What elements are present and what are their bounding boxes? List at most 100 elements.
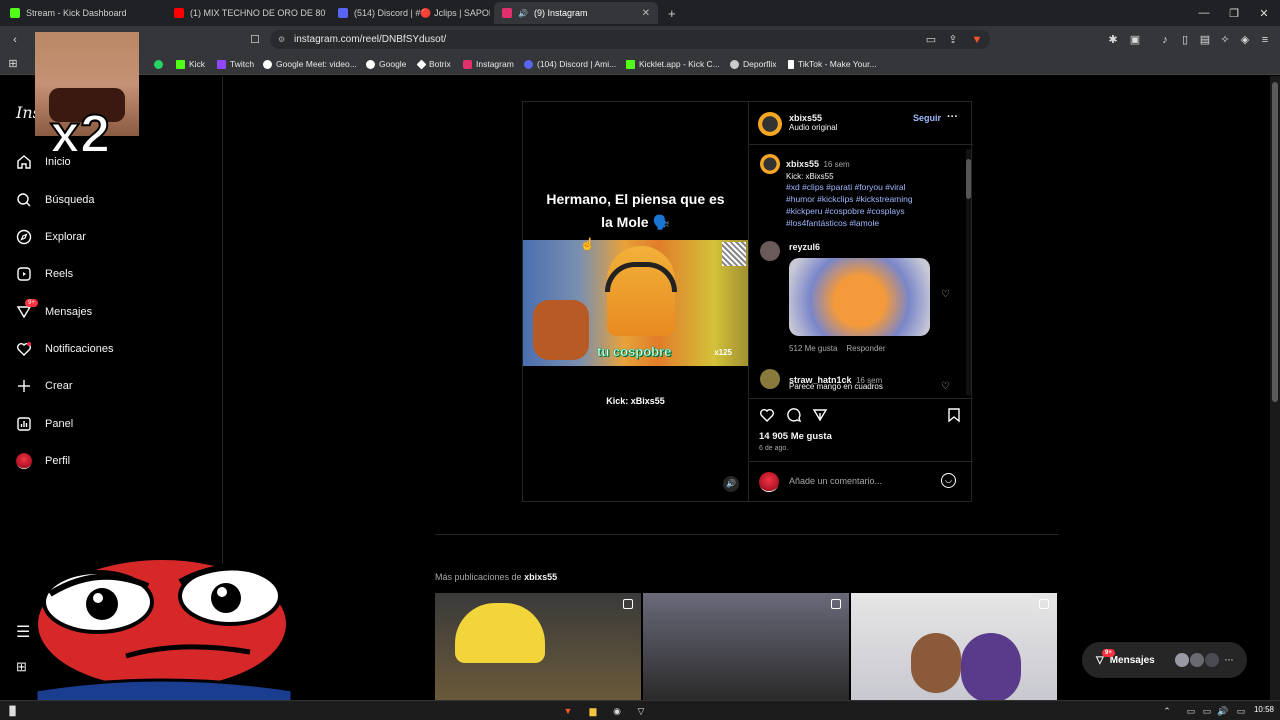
bookmark-kick[interactable]: Kick — [176, 57, 205, 71]
post-thumbnail[interactable] — [851, 593, 1057, 700]
windows-start-icon[interactable]: ▉ — [6, 704, 20, 718]
bookmark-discord[interactable]: (104) Discord | Ami... — [524, 57, 616, 71]
minimize-button[interactable]: — — [1188, 0, 1220, 26]
bookmark-deporflix[interactable]: Deporflix — [730, 57, 777, 71]
more-posts-user[interactable]: xbixs55 — [524, 572, 557, 582]
apps-grid-icon[interactable]: ⊞ — [6, 57, 20, 71]
author-username[interactable]: xbixs55 — [789, 113, 837, 123]
obs-icon[interactable]: ◉ — [610, 704, 624, 718]
wallet-icon[interactable]: ▣ — [1128, 33, 1142, 47]
sidebar-item-mensajes[interactable]: 9+ Mensajes — [15, 299, 92, 324]
bookmarks-bar: ⊞ Kick Twitch Google Meet: video... Goog… — [0, 53, 1280, 75]
hamburger-menu-icon[interactable]: ☰ — [16, 622, 30, 642]
sidebar-item-perfil[interactable]: Perfil — [15, 449, 70, 473]
bookmark-whatsapp[interactable] — [154, 57, 163, 71]
reel-post: Hermano, El piensa que es la Mole 🗣️ tu … — [522, 101, 973, 502]
save-icon[interactable] — [946, 407, 962, 423]
commenter-avatar[interactable] — [760, 369, 780, 389]
tab-title: Stream - Kick Dashboard — [26, 8, 127, 18]
bookmark-icon[interactable]: ☐ — [248, 33, 262, 47]
author-avatar[interactable] — [758, 112, 782, 136]
sidebar-item-explorar[interactable]: Explorar — [15, 225, 86, 249]
like-comment-icon[interactable]: ♡ — [941, 381, 950, 392]
clock[interactable]: 10:58 — [1254, 705, 1274, 714]
kicklet-icon — [626, 59, 635, 69]
new-tab-button[interactable]: + — [660, 2, 680, 24]
file-explorer-icon[interactable]: ▆ — [586, 704, 600, 718]
like-count[interactable]: 14 905 Me gusta — [759, 431, 832, 442]
brave-shield-icon[interactable]: ▼ — [970, 33, 984, 47]
tray-icon[interactable]: ▭ — [1184, 704, 1198, 718]
page-scrollbar[interactable] — [1270, 76, 1280, 700]
music-icon[interactable]: ♪ — [1158, 33, 1172, 47]
back-icon[interactable]: ‹ — [8, 33, 22, 47]
share-icon[interactable]: ⇪ — [946, 33, 960, 47]
volume-icon[interactable]: 🔊 — [1216, 704, 1230, 718]
follow-button[interactable]: Seguir — [913, 113, 941, 123]
tiktok-icon — [788, 59, 794, 69]
page-scrollbar-thumb[interactable] — [1272, 82, 1278, 402]
bookmark-botrix[interactable]: Botrix — [416, 57, 451, 71]
caption-line: Kick: xBixs55 — [786, 172, 834, 181]
post-thumbnail[interactable] — [643, 593, 849, 700]
vpn-icon[interactable]: ◈ — [1238, 33, 1252, 47]
like-comment-icon[interactable]: ♡ — [941, 289, 950, 300]
bookmark-tiktok[interactable]: TikTok - Make Your... — [788, 57, 877, 71]
reply-button[interactable]: Responder — [846, 344, 885, 353]
bookmark-kicklet[interactable]: Kicklet.app - Kick C... — [626, 57, 720, 71]
reel-video[interactable]: Hermano, El piensa que es la Mole 🗣️ tu … — [523, 102, 748, 501]
bookmark-google[interactable]: Google — [366, 57, 406, 71]
sidebar-item-notificaciones[interactable]: Notificaciones — [15, 337, 113, 361]
comment-username[interactable]: reyzul6 — [789, 242, 820, 252]
menu-icon[interactable]: ≡ — [1258, 33, 1272, 47]
caption-username[interactable]: xbixs55 — [786, 159, 819, 169]
site-info-icon[interactable]: ⚙ — [278, 30, 285, 49]
tray-chevron-icon[interactable]: ⌃ — [1160, 704, 1174, 718]
more-options-icon[interactable]: ··· — [947, 111, 958, 123]
close-tab-icon[interactable]: ✕ — [642, 8, 650, 19]
threads-icon[interactable]: ⊞ — [16, 659, 27, 675]
comment-image[interactable] — [789, 258, 930, 336]
tab-youtube[interactable]: (1) MIX TECHNO DE ORO DE 80's & 90 — [166, 2, 326, 24]
comments-scrollbar[interactable] — [966, 149, 971, 395]
like-icon[interactable] — [759, 407, 775, 423]
author-avatar[interactable] — [760, 154, 780, 174]
bookmark-twitch[interactable]: Twitch — [217, 57, 254, 71]
caption-hashtags[interactable]: #xd #clips #parati #foryou #viral #humor… — [786, 181, 936, 229]
compass-icon — [15, 228, 33, 246]
tab-instagram[interactable]: 🔊 (9) Instagram ✕ — [494, 2, 658, 24]
comment-icon[interactable] — [786, 407, 802, 423]
post-thumbnail[interactable] — [435, 593, 641, 700]
sidebar-item-busqueda[interactable]: Búsqueda — [15, 188, 95, 212]
mute-button[interactable]: 🔊 — [723, 476, 739, 492]
sidebar-icon[interactable]: ▯ — [1178, 33, 1192, 47]
carousel-icon — [623, 599, 633, 609]
restore-button[interactable]: ❐ — [1218, 0, 1250, 26]
extensions-icon[interactable]: ✱ — [1106, 33, 1120, 47]
url-bar[interactable]: ⚙ instagram.com/reel/DNBfSYdusot/ — [270, 30, 990, 49]
app-icon[interactable]: ▽ — [634, 704, 648, 718]
wallet-icon[interactable]: ▤ — [1198, 33, 1212, 47]
leo-icon[interactable]: ✧ — [1218, 33, 1232, 47]
messages-floating-button[interactable]: ▽ 9+ Mensajes ··· — [1082, 642, 1247, 678]
notification-badge: 9+ — [25, 299, 38, 307]
brave-taskbar-icon[interactable]: ▼ — [561, 704, 575, 718]
commenter-avatar[interactable] — [760, 241, 780, 261]
bookmark-instagram[interactable]: Instagram — [463, 57, 514, 71]
cast-icon[interactable]: ▭ — [924, 33, 938, 47]
emoji-icon[interactable]: ◡ — [941, 473, 956, 488]
sidebar-item-crear[interactable]: Crear — [15, 374, 73, 398]
share-icon[interactable] — [812, 407, 828, 423]
tab-discord[interactable]: (514) Discord | #🔴 Jclips | SAPOLICE — [330, 2, 490, 24]
sidebar-item-reels[interactable]: Reels — [15, 262, 73, 286]
tab-kick-dashboard[interactable]: Stream - Kick Dashboard — [2, 2, 162, 24]
network-icon[interactable]: ▭ — [1200, 704, 1214, 718]
audio-label[interactable]: Audio original — [789, 123, 837, 132]
bookmark-google-meet[interactable]: Google Meet: video... — [263, 57, 357, 71]
add-comment-input[interactable]: Añade un comentario... — [789, 476, 882, 486]
close-window-button[interactable]: ✕ — [1248, 0, 1280, 26]
plush-toy — [961, 633, 1021, 700]
scrollbar-thumb[interactable] — [966, 159, 971, 199]
sidebar-item-panel[interactable]: Panel — [15, 412, 73, 436]
tray-icon[interactable]: ▭ — [1234, 704, 1248, 718]
